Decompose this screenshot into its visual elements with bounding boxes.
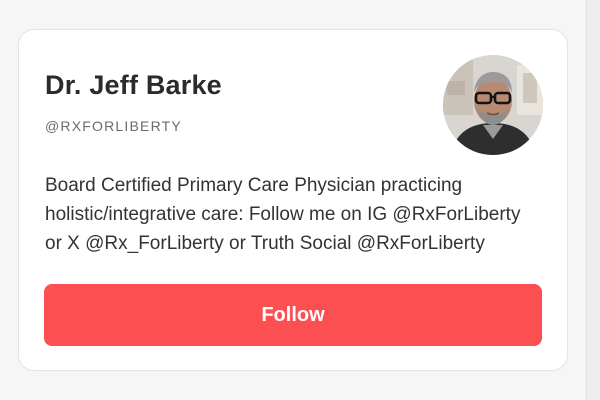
avatar[interactable] [443,55,543,155]
author-card: Dr. Jeff Barke @RXFORLIBERTY Board Certi [18,29,568,371]
page: Dr. Jeff Barke @RXFORLIBERTY Board Certi [0,0,600,400]
scrollbar-track[interactable] [586,0,600,400]
follow-button[interactable]: Follow [44,284,542,346]
profile-photo-icon [443,55,543,155]
author-name[interactable]: Dr. Jeff Barke [45,70,222,101]
author-handle[interactable]: @RXFORLIBERTY [45,118,182,134]
author-bio: Board Certified Primary Care Physician p… [45,175,521,254]
